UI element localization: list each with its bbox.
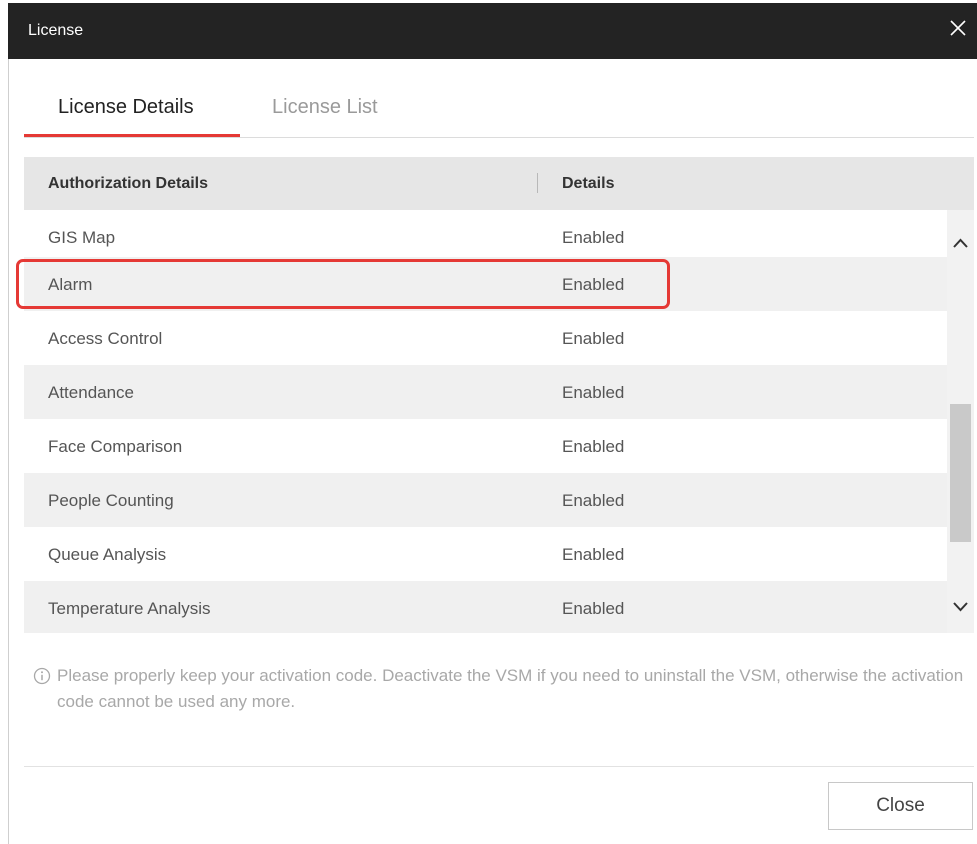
notice-text: Please properly keep your activation cod… bbox=[57, 666, 964, 711]
row-status: Enabled bbox=[562, 491, 625, 510]
activation-notice: Please properly keep your activation cod… bbox=[33, 663, 968, 715]
dialog-border bbox=[8, 59, 9, 844]
table-row[interactable]: Alarm Enabled bbox=[24, 257, 947, 311]
row-status: Enabled bbox=[562, 228, 625, 247]
row-status: Enabled bbox=[562, 599, 625, 618]
table-row[interactable]: Attendance Enabled bbox=[24, 365, 947, 419]
dialog-titlebar: License bbox=[8, 3, 977, 59]
row-feature-name: Temperature Analysis bbox=[48, 599, 211, 618]
tab-license-list[interactable]: License List bbox=[272, 96, 378, 119]
row-feature-name: People Counting bbox=[48, 491, 174, 510]
row-feature-name: GIS Map bbox=[48, 228, 116, 247]
row-status: Enabled bbox=[562, 545, 625, 564]
row-feature-name: Access Control bbox=[48, 329, 163, 348]
footer-divider bbox=[24, 766, 974, 767]
row-status: Enabled bbox=[562, 275, 625, 294]
column-header-authorization[interactable]: Authorization Details bbox=[48, 175, 208, 193]
info-icon bbox=[33, 667, 51, 685]
table-row[interactable]: Face Comparison Enabled bbox=[24, 419, 947, 473]
row-status: Enabled bbox=[562, 437, 625, 456]
close-button[interactable]: Close bbox=[828, 782, 973, 830]
row-status: Enabled bbox=[562, 329, 625, 348]
tab-bar: License Details License List bbox=[24, 82, 974, 138]
table-row[interactable]: Temperature Analysis Enabled bbox=[24, 581, 947, 633]
table-row[interactable]: Queue Analysis Enabled bbox=[24, 527, 947, 581]
row-feature-name: Alarm bbox=[48, 275, 93, 294]
row-feature-name: Attendance bbox=[48, 383, 135, 402]
authorization-list[interactable]: GIS Map Enabled Alarm Enabled Access Con… bbox=[24, 210, 947, 633]
table-row[interactable]: People Counting Enabled bbox=[24, 473, 947, 527]
row-feature-name: Queue Analysis bbox=[48, 545, 167, 564]
column-divider[interactable] bbox=[537, 173, 538, 193]
chevron-down-icon[interactable] bbox=[947, 592, 974, 622]
scrollbar-thumb[interactable] bbox=[950, 404, 971, 542]
table-header: Authorization Details Details bbox=[24, 157, 974, 210]
table-row[interactable]: Access Control Enabled bbox=[24, 311, 947, 365]
row-status: Enabled bbox=[562, 383, 625, 402]
tab-license-details[interactable]: License Details bbox=[58, 96, 194, 119]
row-feature-name: Face Comparison bbox=[48, 437, 183, 456]
column-header-details[interactable]: Details bbox=[562, 175, 614, 193]
table-row[interactable]: GIS Map Enabled bbox=[24, 210, 947, 264]
dialog-title: License bbox=[28, 22, 84, 39]
chevron-up-icon[interactable] bbox=[947, 228, 974, 258]
close-icon[interactable] bbox=[945, 15, 971, 41]
active-tab-indicator bbox=[24, 134, 240, 137]
